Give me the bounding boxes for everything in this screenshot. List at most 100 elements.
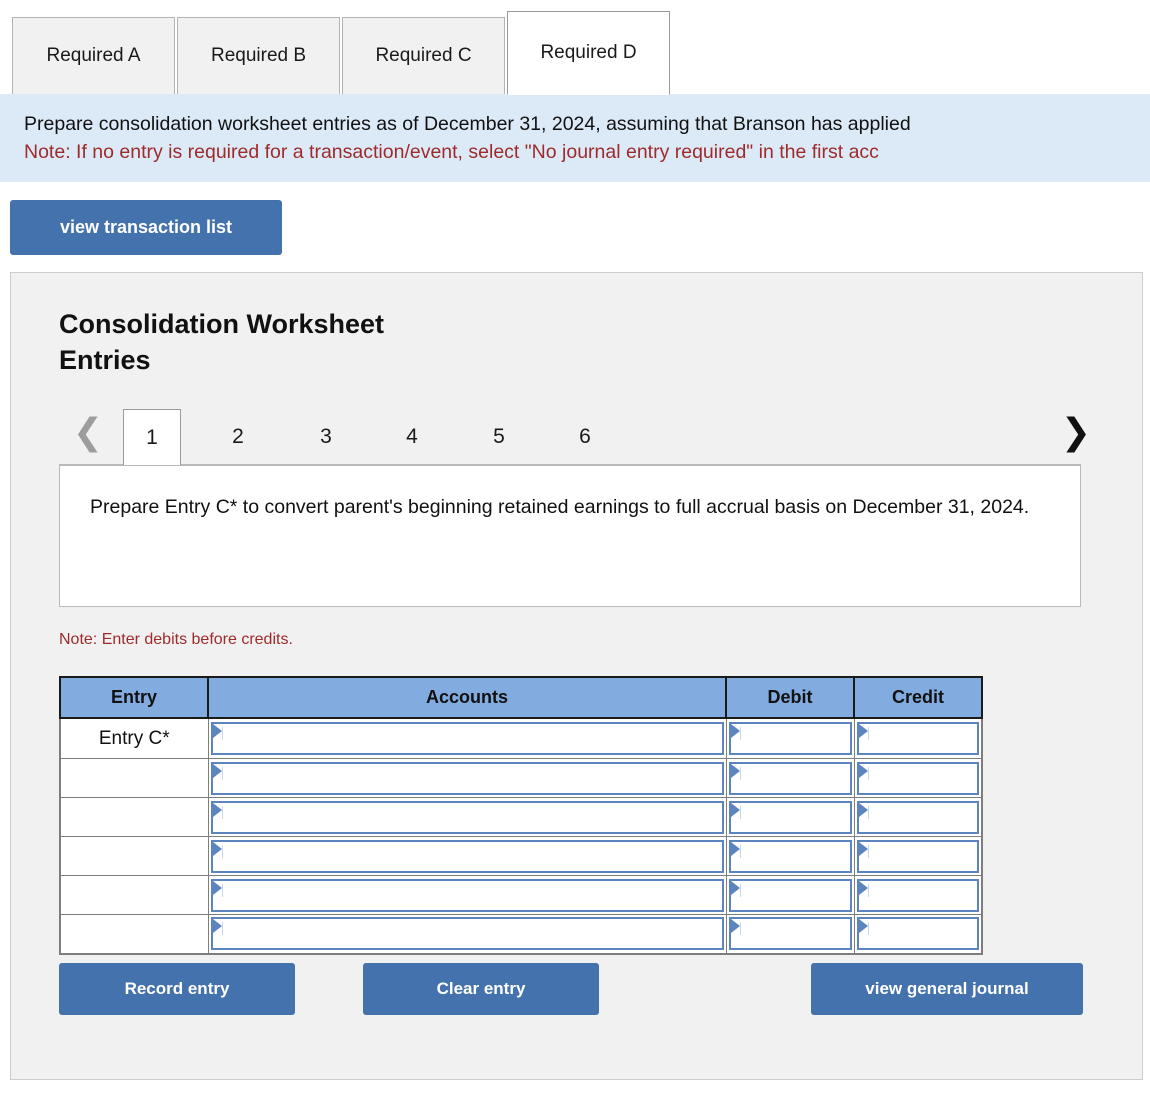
entry-cell [59, 914, 209, 954]
pager-page-4-label: 4 [406, 424, 418, 448]
accounts-cell[interactable] [207, 797, 727, 837]
dropdown-arrow-icon [730, 763, 740, 778]
accounts-cell[interactable] [207, 758, 727, 798]
tab-required-b-label: Required B [210, 45, 307, 66]
journal-header-row: Entry Accounts Debit Credit [59, 676, 983, 719]
pager-page-4[interactable]: 4 [383, 409, 441, 464]
account-select-1[interactable] [210, 722, 724, 755]
credit-input-1[interactable] [856, 722, 979, 755]
debit-input-2[interactable] [728, 761, 852, 795]
debit-input-3[interactable] [728, 800, 852, 834]
text-caret [739, 844, 741, 858]
credit-cell[interactable] [853, 914, 983, 954]
table-row [59, 875, 983, 915]
credit-cell[interactable] [853, 758, 983, 798]
accounts-cell[interactable] [207, 717, 727, 759]
pager-page-2[interactable]: 2 [209, 409, 267, 464]
pager-page-3-label: 3 [320, 424, 332, 448]
credit-input-2[interactable] [856, 761, 979, 795]
page-title: Consolidation Worksheet Entries [59, 306, 579, 378]
view-general-journal-button[interactable]: view general journal [811, 963, 1083, 1015]
instruction-text: Prepare consolidation worksheet entries … [24, 113, 911, 135]
text-caret [739, 883, 741, 897]
accounts-cell[interactable] [207, 914, 727, 954]
dropdown-arrow-icon [858, 841, 868, 856]
dropdown-arrow-icon [858, 919, 868, 934]
pager-page-5-label: 5 [493, 424, 505, 448]
tab-required-d[interactable]: Required D [507, 11, 670, 95]
account-select-3[interactable] [210, 800, 724, 834]
tab-required-c-label: Required C [375, 45, 472, 66]
entry-cell: Entry C* [59, 717, 209, 759]
credit-cell[interactable] [853, 797, 983, 837]
dropdown-arrow-icon [212, 880, 222, 895]
debit-cell[interactable] [725, 914, 855, 954]
column-header-credit: Credit [853, 676, 983, 719]
table-row [59, 758, 983, 798]
dropdown-arrow-icon [212, 763, 222, 778]
worksheet-panel: Consolidation Worksheet Entries ❮ 1 2 3 … [10, 272, 1143, 1080]
dropdown-arrow-icon [730, 880, 740, 895]
account-select-5[interactable] [210, 878, 724, 912]
pager-page-1[interactable]: 1 [123, 409, 181, 465]
entry-cell [59, 758, 209, 798]
text-caret [867, 727, 869, 740]
chevron-right-icon[interactable]: ❯ [1059, 413, 1093, 453]
debit-input-5[interactable] [728, 878, 852, 912]
tab-required-b[interactable]: Required B [177, 17, 340, 95]
chevron-left-icon[interactable]: ❮ [71, 413, 105, 453]
record-entry-button[interactable]: Record entry [59, 963, 295, 1015]
dropdown-arrow-icon [730, 724, 740, 738]
debit-cell[interactable] [725, 875, 855, 915]
debit-cell[interactable] [725, 836, 855, 876]
tab-required-a[interactable]: Required A [12, 17, 175, 95]
credit-cell[interactable] [853, 875, 983, 915]
table-row [59, 914, 983, 954]
dropdown-arrow-icon [730, 841, 740, 856]
text-caret [221, 805, 223, 819]
pager-page-6[interactable]: 6 [556, 409, 614, 464]
dropdown-arrow-icon [858, 880, 868, 895]
credit-input-4[interactable] [856, 839, 979, 873]
pager-page-1-label: 1 [146, 425, 158, 449]
dropdown-arrow-icon [858, 724, 868, 738]
account-select-6[interactable] [210, 917, 724, 951]
credit-cell[interactable] [853, 836, 983, 876]
text-caret [739, 805, 741, 819]
account-select-2[interactable] [210, 761, 724, 795]
pager-page-5[interactable]: 5 [470, 409, 528, 464]
view-transaction-list-button[interactable]: view transaction list [10, 200, 282, 255]
credit-input-5[interactable] [856, 878, 979, 912]
debit-input-1[interactable] [728, 722, 852, 755]
entry-cell [59, 797, 209, 837]
pager-page-2-label: 2 [232, 424, 244, 448]
debit-input-4[interactable] [728, 839, 852, 873]
credit-input-6[interactable] [856, 917, 979, 951]
text-caret [739, 922, 741, 936]
tab-required-c[interactable]: Required C [342, 17, 505, 95]
text-caret [867, 883, 869, 897]
text-caret [221, 766, 223, 780]
dropdown-arrow-icon [212, 802, 222, 817]
accounts-cell[interactable] [207, 836, 727, 876]
account-select-4[interactable] [210, 839, 724, 873]
debit-cell[interactable] [725, 797, 855, 837]
page-title-line1: Consolidation Worksheet [59, 309, 385, 339]
column-header-accounts: Accounts [207, 676, 727, 719]
text-caret [739, 766, 741, 780]
credit-cell[interactable] [853, 717, 983, 759]
credit-input-3[interactable] [856, 800, 979, 834]
dropdown-arrow-icon [730, 919, 740, 934]
text-caret [221, 727, 223, 740]
dropdown-arrow-icon [730, 802, 740, 817]
debit-input-6[interactable] [728, 917, 852, 951]
column-header-debit: Debit [725, 676, 855, 719]
pager-page-3[interactable]: 3 [297, 409, 355, 464]
accounts-cell[interactable] [207, 875, 727, 915]
journal-table-head: Entry Accounts Debit Credit [59, 676, 983, 719]
debit-cell[interactable] [725, 758, 855, 798]
debit-cell[interactable] [725, 717, 855, 759]
text-caret [867, 766, 869, 780]
table-row: Entry C* [59, 717, 983, 759]
clear-entry-button[interactable]: Clear entry [363, 963, 599, 1015]
